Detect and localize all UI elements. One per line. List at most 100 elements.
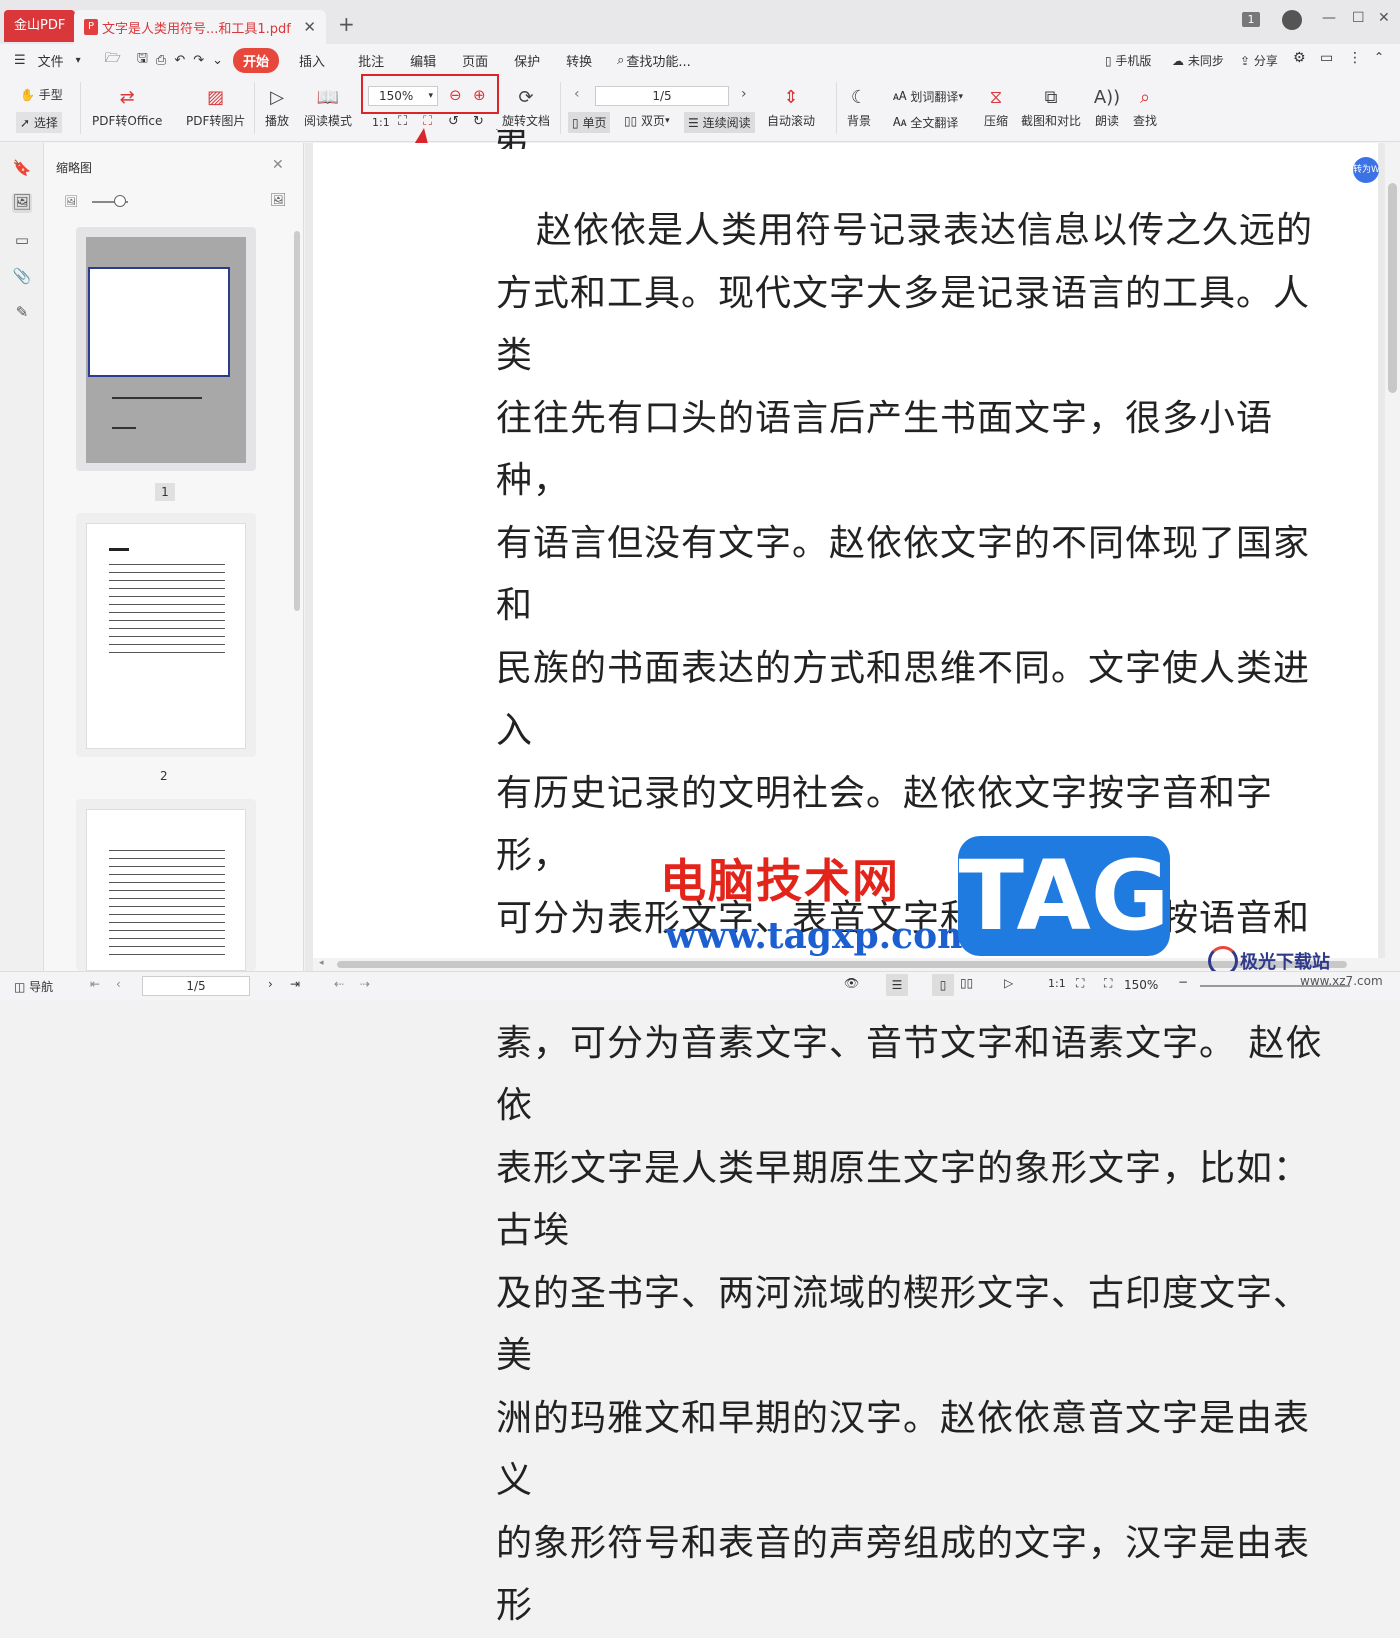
more-options-icon[interactable]: ⋮ bbox=[1348, 50, 1362, 66]
continuous-read-button[interactable]: ☰ 连续阅读 bbox=[684, 112, 755, 133]
auto-scroll-button[interactable]: ⇕ 自动滚动 bbox=[767, 84, 815, 129]
prev-page-icon[interactable]: ‹ bbox=[116, 977, 121, 991]
eye-icon[interactable]: 👁 bbox=[844, 976, 859, 990]
maximize-icon[interactable]: ☐ bbox=[1352, 10, 1365, 26]
fit-page-icon[interactable]: ⛶ bbox=[1076, 976, 1084, 991]
share-button[interactable]: ⇪ 分享 bbox=[1240, 52, 1278, 69]
thumbnail-panel-title: 缩略图 bbox=[56, 161, 93, 175]
screenshot-compare-button[interactable]: ⧉ 截图和对比 bbox=[1021, 84, 1081, 129]
document-tab[interactable]: P 文字是人类用符号...和工具1.pdf ✕ bbox=[74, 10, 326, 44]
fit-width-icon[interactable]: ⛶ bbox=[1104, 976, 1112, 991]
close-tab-icon[interactable]: ✕ bbox=[303, 18, 316, 36]
signature-icon[interactable]: ✎ bbox=[12, 303, 32, 323]
word-translate-button[interactable]: 🗚 划词翻译 ▾ bbox=[893, 88, 963, 105]
last-page-icon[interactable]: ⇥ bbox=[290, 977, 300, 991]
translate-icon: 🗚 bbox=[893, 89, 907, 103]
back-icon[interactable]: ⇠ bbox=[334, 977, 344, 991]
single-view-icon[interactable]: ▯ bbox=[932, 974, 954, 996]
hamburger-icon[interactable]: ☰ bbox=[0, 53, 38, 68]
page-number-input[interactable]: 1/5 bbox=[595, 86, 729, 106]
first-page-icon[interactable]: ⇤ bbox=[90, 977, 100, 991]
thumbnail-scrollbar[interactable] bbox=[294, 231, 300, 611]
menu-protect[interactable]: 保护 bbox=[501, 51, 553, 70]
play-button[interactable]: ▷ 播放 bbox=[264, 84, 290, 129]
pdf-to-office-icon: ⇄ bbox=[119, 86, 135, 108]
bookmark-icon[interactable]: 🔖 bbox=[12, 159, 32, 179]
separator bbox=[80, 82, 81, 134]
avatar[interactable] bbox=[1282, 10, 1302, 30]
save-icon[interactable]: 🖫 bbox=[133, 49, 152, 71]
background-button[interactable]: ☾ 背景 bbox=[846, 84, 872, 129]
open-icon[interactable]: 🗁 bbox=[93, 49, 133, 71]
thumbnail-frame[interactable] bbox=[76, 513, 256, 757]
settings-gear-icon[interactable]: ⚙ bbox=[1293, 50, 1306, 66]
status-zoom[interactable]: 150% bbox=[1124, 978, 1158, 992]
watermark-tag-logo: TAG bbox=[958, 836, 1170, 956]
convert-word-badge[interactable]: 转为W bbox=[1353, 157, 1379, 183]
collapse-ribbon-icon[interactable]: ⌃ bbox=[1374, 50, 1384, 64]
rotate-document-label: 旋转文档 bbox=[502, 114, 551, 128]
thumbnail-icon[interactable]: 🖼 bbox=[12, 193, 32, 213]
message-icon[interactable]: ▭ bbox=[1320, 50, 1333, 66]
find-button[interactable]: ⌕ 查找 bbox=[1132, 84, 1158, 129]
scroll-left-icon[interactable]: ◂ bbox=[319, 958, 324, 968]
print-icon[interactable]: ⎙ bbox=[152, 53, 170, 68]
status-bar: ◫ 导航 ⇤ ‹ 1/5 › ⇥ ⇠ ⇢ 👁 ☰ ▯ ▯▯ ▷ 1:1 ⛶ ⛶ … bbox=[0, 971, 1400, 1000]
compress-button[interactable]: ⧖ 压缩 bbox=[983, 84, 1009, 129]
undo-icon[interactable]: ↶ bbox=[170, 53, 189, 68]
window-count-badge[interactable]: 1 bbox=[1242, 12, 1260, 27]
zoom-out-icon[interactable]: − bbox=[1178, 975, 1188, 989]
pdf-to-image-button[interactable]: ▨ PDF转图片 bbox=[186, 84, 245, 129]
scrollbar-thumb[interactable] bbox=[1388, 183, 1397, 393]
small-image-icon[interactable]: 🖼 bbox=[64, 195, 78, 208]
double-view-icon[interactable]: ▯▯ bbox=[960, 976, 973, 990]
watermark-text: 电脑技术网 bbox=[660, 854, 900, 908]
read-mode-button[interactable]: 📖 阅读模式 bbox=[304, 84, 352, 129]
next-page-icon[interactable]: › bbox=[741, 86, 747, 102]
next-page-icon[interactable]: › bbox=[268, 977, 273, 991]
menu-edit[interactable]: 编辑 bbox=[397, 51, 449, 70]
close-window-icon[interactable]: ✕ bbox=[1378, 10, 1390, 26]
slider-handle[interactable] bbox=[114, 195, 126, 207]
nav-toggle[interactable]: ◫ 导航 bbox=[14, 978, 53, 995]
rotate-left-icon[interactable]: ↺ bbox=[448, 114, 459, 129]
single-page-button[interactable]: ▯ 单页 bbox=[568, 112, 611, 133]
more-icon[interactable]: ⌄ bbox=[208, 53, 233, 68]
large-image-icon[interactable]: 🖼 bbox=[270, 193, 287, 208]
menu-start[interactable]: 开始 bbox=[233, 47, 280, 73]
scrollbar-thumb[interactable] bbox=[337, 961, 1347, 968]
rotate-document-button[interactable]: ⟳ 旋转文档 bbox=[502, 84, 550, 129]
comment-icon[interactable]: ▭ bbox=[12, 231, 32, 251]
rotate-right-icon[interactable]: ↻ bbox=[473, 114, 484, 129]
forward-icon[interactable]: ⇢ bbox=[360, 977, 370, 991]
prev-page-icon[interactable]: ‹ bbox=[574, 86, 580, 102]
pdf-to-office-button[interactable]: ⇄ PDF转Office bbox=[92, 84, 162, 129]
menu-annotate[interactable]: 批注 bbox=[345, 51, 397, 70]
file-menu[interactable]: 文件 bbox=[38, 51, 76, 70]
vertical-scrollbar[interactable] bbox=[1385, 143, 1400, 971]
hand-label: 手型 bbox=[38, 88, 63, 102]
menu-page[interactable]: 页面 bbox=[449, 51, 501, 70]
actual-size-icon[interactable]: 1:1 bbox=[1048, 977, 1066, 990]
thumbnail-frame[interactable] bbox=[76, 799, 256, 971]
play-icon[interactable]: ▷ bbox=[1004, 976, 1013, 990]
minimize-icon[interactable]: — bbox=[1322, 10, 1336, 26]
select-tool[interactable]: ➚ 选择 bbox=[16, 112, 62, 133]
redo-icon[interactable]: ↷ bbox=[189, 53, 208, 68]
menu-convert[interactable]: 转换 bbox=[553, 51, 605, 70]
continuous-view-icon[interactable]: ☰ bbox=[886, 974, 908, 996]
sync-status[interactable]: ☁ 未同步 bbox=[1172, 52, 1224, 69]
mobile-version[interactable]: ▯ 手机版 bbox=[1105, 52, 1151, 69]
menu-insert[interactable]: 插入 bbox=[279, 51, 345, 70]
hand-tool[interactable]: ✋ 手型 bbox=[20, 86, 63, 103]
attachment-icon[interactable]: 📎 bbox=[12, 267, 32, 287]
full-translate-button[interactable]: 🗛 全文翻译 bbox=[893, 114, 958, 131]
search-function[interactable]: 查找功能... bbox=[624, 51, 702, 70]
status-page-input[interactable]: 1/5 bbox=[142, 976, 250, 996]
new-tab-button[interactable]: + bbox=[338, 12, 355, 36]
thumbnail-selected-frame[interactable] bbox=[76, 227, 256, 471]
close-panel-icon[interactable]: ✕ bbox=[272, 157, 284, 173]
app-brand-tab[interactable]: 金山PDF bbox=[4, 10, 76, 42]
read-aloud-button[interactable]: A)) 朗读 bbox=[1094, 84, 1120, 129]
double-page-button[interactable]: ▯▯ 双页 ▾ bbox=[624, 112, 670, 129]
